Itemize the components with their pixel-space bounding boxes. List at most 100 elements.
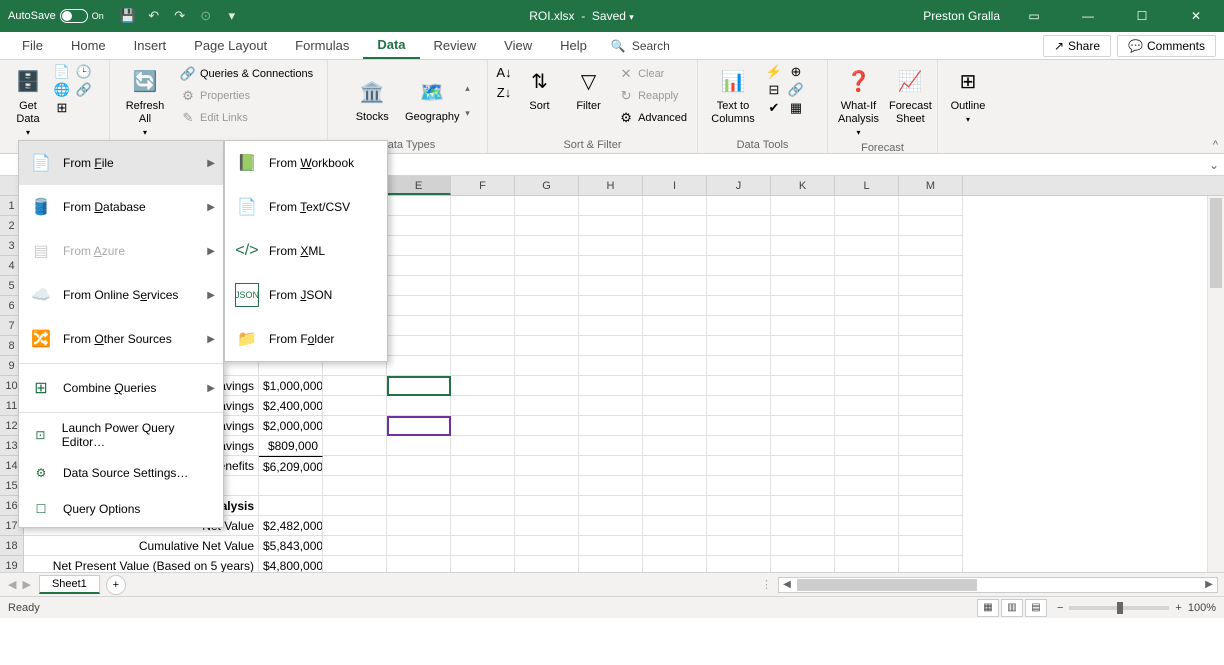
cell[interactable] [579, 396, 643, 416]
cell[interactable] [707, 296, 771, 316]
menu-from-workbook[interactable]: 📗From Workbook [225, 141, 387, 185]
cell[interactable] [579, 316, 643, 336]
cell[interactable] [899, 456, 963, 476]
tell-me-search[interactable]: 🔍Search [601, 34, 680, 58]
cell[interactable] [451, 456, 515, 476]
cell[interactable] [643, 496, 707, 516]
cell[interactable] [515, 276, 579, 296]
data-model-icon[interactable]: ▦ [788, 100, 804, 116]
from-web-icon[interactable]: 🌐 [54, 82, 70, 98]
cell[interactable] [579, 516, 643, 536]
normal-view-icon[interactable]: ▦ [977, 599, 999, 617]
cell[interactable] [515, 536, 579, 556]
cell[interactable] [771, 556, 835, 572]
cell[interactable] [515, 256, 579, 276]
cell[interactable] [579, 336, 643, 356]
cell[interactable] [771, 356, 835, 376]
column-header[interactable]: F [451, 176, 515, 195]
cell[interactable] [387, 436, 451, 456]
vertical-scrollbar[interactable] [1207, 196, 1224, 572]
cell[interactable] [899, 376, 963, 396]
cell[interactable] [387, 276, 451, 296]
column-header[interactable]: G [515, 176, 579, 195]
cell[interactable] [771, 196, 835, 216]
datatype-down-icon[interactable]: ▾ [465, 108, 470, 119]
datatype-up-icon[interactable]: ▴ [465, 83, 470, 94]
cell[interactable] [387, 496, 451, 516]
flash-fill-icon[interactable]: ⚡ [766, 64, 782, 80]
cell[interactable] [579, 356, 643, 376]
cell[interactable] [387, 416, 451, 436]
cell[interactable] [387, 296, 451, 316]
cell[interactable] [771, 216, 835, 236]
cell[interactable]: $1,000,000 [259, 376, 323, 396]
cell[interactable] [899, 196, 963, 216]
save-icon[interactable]: 💾 [120, 8, 136, 24]
cell[interactable]: $2,400,000 [259, 396, 323, 416]
cell[interactable]: $2,000,000 [259, 416, 323, 436]
cell[interactable] [771, 456, 835, 476]
cell[interactable] [579, 276, 643, 296]
tab-insert[interactable]: Insert [120, 33, 181, 58]
cell[interactable]: $6,209,000 [259, 456, 323, 476]
cell[interactable] [643, 256, 707, 276]
cell[interactable] [451, 236, 515, 256]
remove-dup-icon[interactable]: ⊟ [766, 82, 782, 98]
refresh-all-button[interactable]: 🔄 Refresh All▾ [118, 64, 172, 140]
cell[interactable] [835, 336, 899, 356]
cell[interactable] [835, 436, 899, 456]
cell[interactable] [707, 196, 771, 216]
menu-from-other[interactable]: 🔀From Other Sources▶ [19, 317, 223, 361]
cell[interactable] [899, 416, 963, 436]
cell[interactable] [707, 436, 771, 456]
forecast-sheet-button[interactable]: 📈Forecast Sheet [887, 64, 934, 128]
cell[interactable] [835, 396, 899, 416]
cell[interactable] [323, 456, 387, 476]
menu-from-xml[interactable]: </>From XML [225, 229, 387, 273]
cell[interactable] [323, 436, 387, 456]
maximize-icon[interactable]: ☐ [1122, 0, 1162, 32]
cell[interactable] [899, 556, 963, 572]
existing-conn-icon[interactable]: 🔗 [76, 82, 92, 98]
cell[interactable] [579, 536, 643, 556]
cell[interactable] [835, 536, 899, 556]
cell[interactable] [643, 436, 707, 456]
cell[interactable] [835, 196, 899, 216]
cell[interactable] [387, 356, 451, 376]
outline-button[interactable]: ⊞Outline▾ [946, 64, 990, 127]
cell[interactable] [899, 436, 963, 456]
cell[interactable] [899, 256, 963, 276]
menu-from-online[interactable]: ☁️From Online Services▶ [19, 273, 223, 317]
cell[interactable] [515, 396, 579, 416]
cell[interactable] [451, 256, 515, 276]
cell[interactable] [259, 476, 323, 496]
cell[interactable] [771, 236, 835, 256]
cell[interactable] [323, 536, 387, 556]
cell[interactable] [451, 296, 515, 316]
cell[interactable] [515, 296, 579, 316]
cell[interactable]: $2,482,000 [259, 516, 323, 536]
from-table-icon[interactable]: ⊞ [54, 100, 70, 116]
recent-sources-icon[interactable]: 🕒 [76, 64, 92, 80]
zoom-level[interactable]: 100% [1188, 602, 1216, 614]
cell[interactable] [835, 276, 899, 296]
cell[interactable] [515, 556, 579, 572]
advanced-filter-button[interactable]: ⚙Advanced [616, 108, 689, 128]
menu-query-options[interactable]: ☐Query Options [19, 491, 223, 527]
cell[interactable] [643, 476, 707, 496]
cell[interactable] [771, 436, 835, 456]
cell[interactable] [899, 356, 963, 376]
zoom-out-icon[interactable]: − [1057, 602, 1063, 614]
touch-icon[interactable]: ⊙ [198, 8, 214, 24]
sheet-tab[interactable]: Sheet1 [39, 575, 100, 594]
cell[interactable] [643, 276, 707, 296]
cell[interactable] [643, 236, 707, 256]
get-data-button[interactable]: 🗄️ Get Data ▾ [8, 64, 48, 140]
cell[interactable] [899, 276, 963, 296]
menu-from-database[interactable]: 🛢️From Database▶ [19, 185, 223, 229]
cell[interactable] [771, 516, 835, 536]
cell[interactable] [515, 516, 579, 536]
filter-button[interactable]: ▽Filter [567, 64, 610, 115]
cell[interactable] [515, 476, 579, 496]
cell[interactable] [515, 416, 579, 436]
